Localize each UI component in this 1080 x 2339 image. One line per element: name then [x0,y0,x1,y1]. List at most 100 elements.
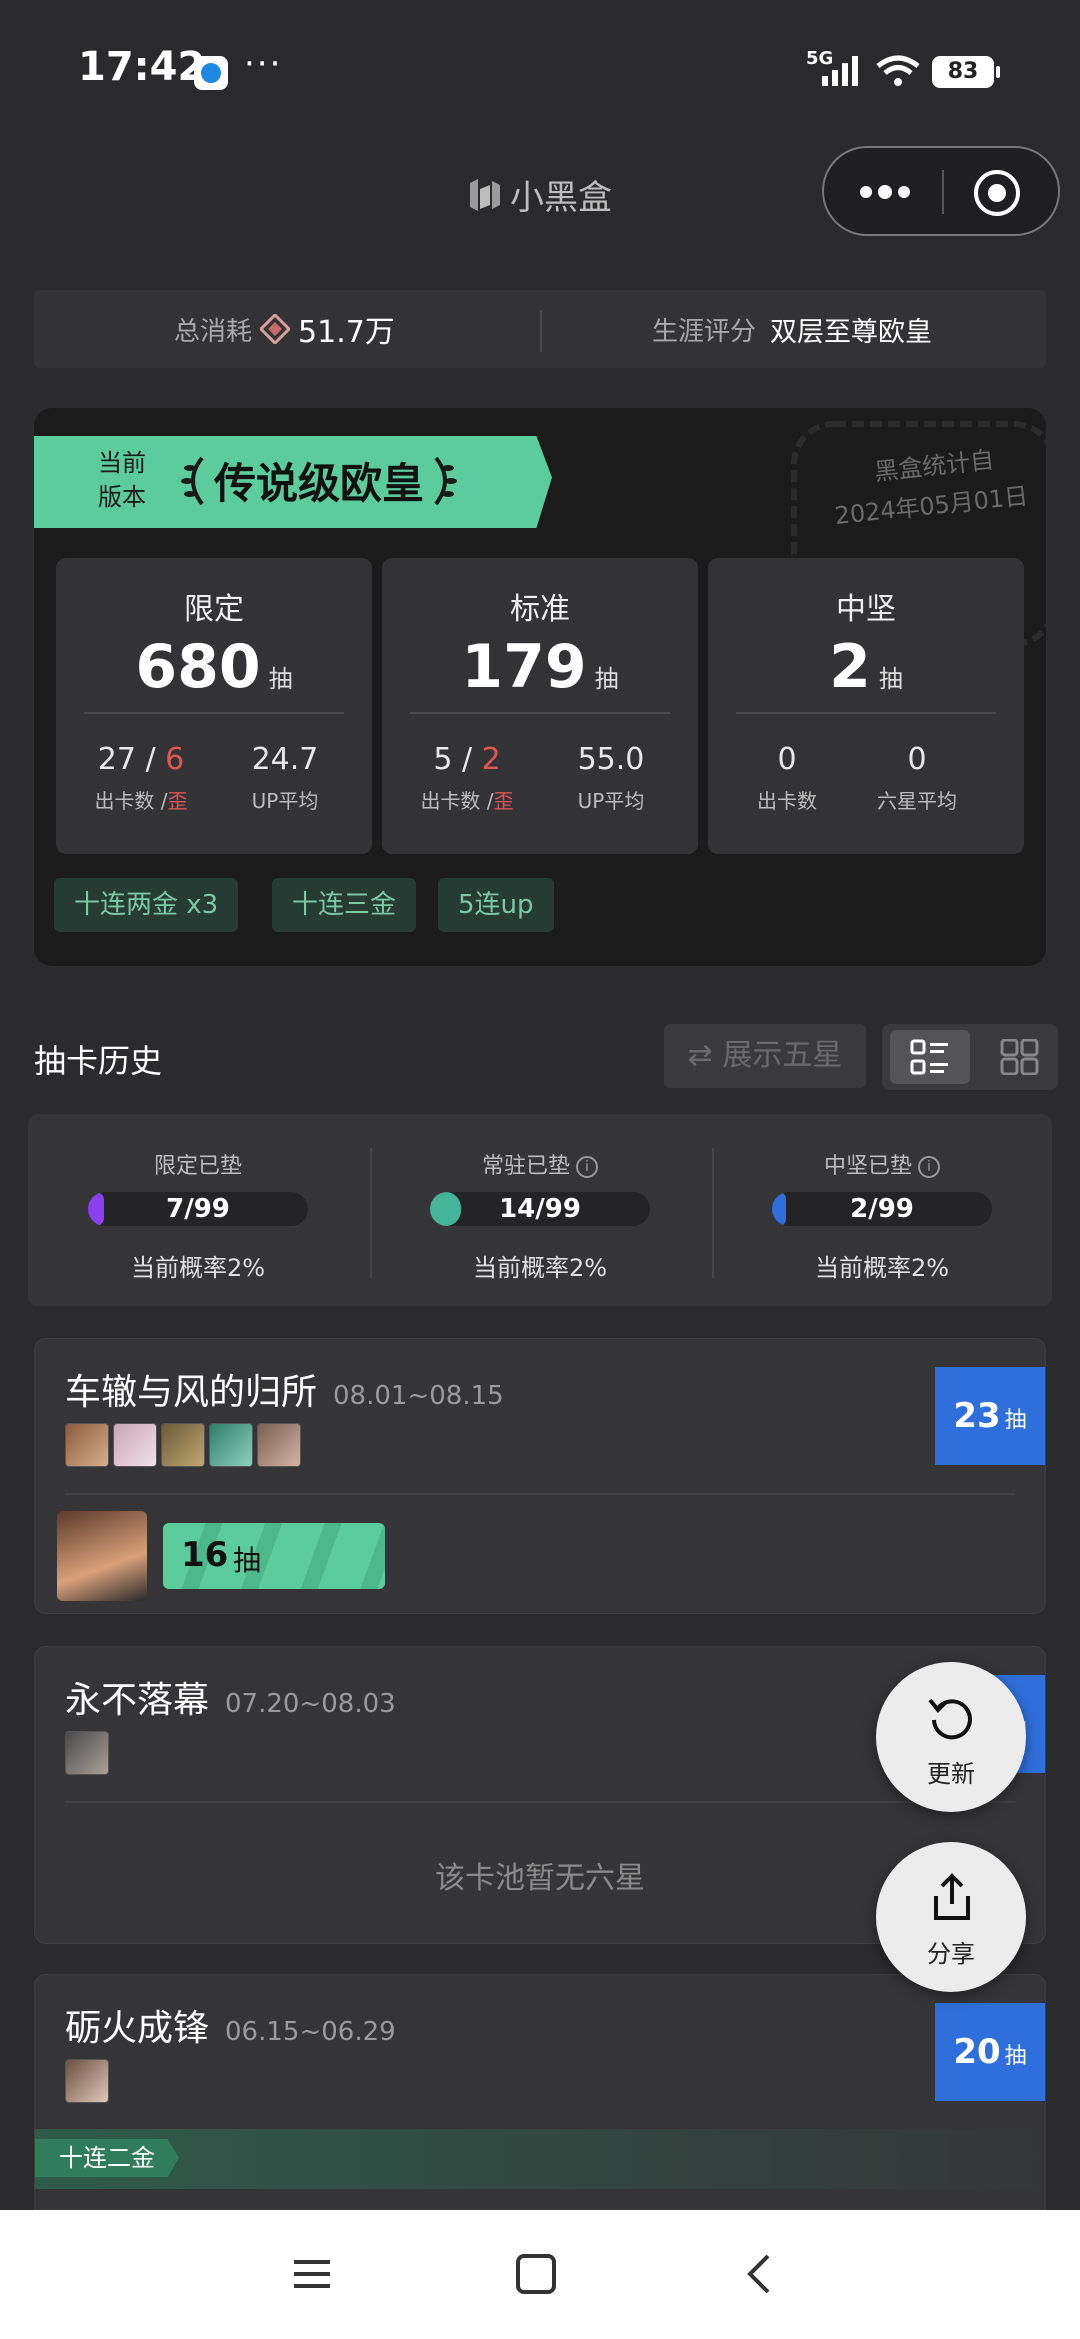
six-star-average-value: 0 [907,742,927,777]
stat-title: 限定 [184,592,244,627]
cards-count: 27 [97,742,136,777]
stat-count-value: 680 [135,632,261,702]
stat-count: 2抽 [708,632,1024,702]
operator-avatar [209,1423,253,1467]
heybox-logo-icon [470,178,500,211]
core-pity: 中坚已垫 i 2/99 当前概率2% [712,1114,1052,1306]
operator-avatar [257,1423,301,1467]
pull-unit: 抽 [1004,1408,1027,1433]
cards-stat: 0 出卡数 [712,742,862,814]
career-score-value: 双层至尊欧皇 [770,316,933,348]
grid-view-icon [1000,1039,1039,1075]
list-view-button[interactable] [890,1030,970,1084]
cards-lost-stat: 5 / 2 出卡数 /歪 [392,742,542,814]
pool-date: 06.15~06.29 [225,2017,396,2047]
more-notifications-icon: ··· [244,44,283,84]
pity-value: 2/99 [850,1194,914,1224]
up-average-stat: 55.0 UP平均 [536,742,686,814]
show-five-star-button[interactable]: ⇄ 展示五星 [664,1024,866,1088]
nav-title: 小黑盒 [464,170,612,219]
refresh-button[interactable]: 更新 [876,1662,1026,1812]
ten-pull-band: 十连二金 [35,2129,1045,2189]
cards-label: 出卡数 / [94,789,168,813]
status-bar: 17:42 ··· 5G 83 [0,0,1080,130]
pool-card[interactable]: 砺火成锋 06.15~06.29 20 抽 十连二金 [34,1974,1046,2234]
total-consumption-value: 51.7万 [298,315,395,350]
stat-count-unit: 抽 [878,665,903,693]
cards-lost-stat: 27 / 6 出卡数 /歪 [66,742,216,814]
pool-card[interactable]: 车辙与风的归所 08.01~08.15 23 抽 16 抽 [34,1338,1046,1614]
show-five-star-label: 展示五星 [722,1038,843,1073]
pool-date: 07.20~08.03 [225,1689,396,1719]
pity-rate: 当前概率2% [814,1254,950,1282]
pool-divider [65,1801,1015,1803]
six-star-average-label: 六星平均 [877,789,957,813]
pool-title-row: 砺火成锋 06.15~06.29 [65,1999,396,2051]
battery-icon: 83 [932,56,1000,88]
share-icon [934,1873,970,1920]
stat-count: 179 抽 [382,632,698,702]
back-icon[interactable] [736,2250,784,2298]
list-view-icon [910,1039,948,1075]
refresh-label: 更新 [927,1760,975,1788]
stat-divider [84,712,344,714]
lost-count: 6 [165,742,185,777]
orundum-icon [260,314,291,344]
info-icon[interactable]: i [918,1156,940,1178]
cards-label: 出卡数 / [420,789,494,813]
rank-banner: 当前版本 传说级欧皇 [34,436,552,528]
menu-icon[interactable] [288,2250,336,2298]
standard-pity: 常驻已垫 i 14/99 当前概率2% [370,1114,710,1306]
lost-count: 2 [481,742,501,777]
operator-avatar [65,1731,109,1775]
gacha-summary-card: 黑盒统计自 2024年05月01日 当前版本 传说级欧皇 限定 680 抽 27 … [34,408,1046,966]
stat-title: 中坚 [836,592,896,627]
pool-name: 永不落幕 [65,1680,210,1721]
pity-label-row: 中坚已垫 i [712,1148,1052,1180]
stat-slash: / [135,742,166,777]
pull-count: 23 [953,1396,1001,1436]
operator-avatar [161,1423,205,1467]
achievement-tag: 十连两金 x3 [54,878,239,932]
pool-date: 08.01~08.15 [333,1381,504,1411]
stat-title: 标准 [510,592,570,627]
achievement-tag: 5连up [438,878,554,932]
home-icon[interactable] [512,2250,560,2298]
achievement-tag: 十连三金 [272,878,417,932]
pity-label: 常驻已垫 [481,1154,570,1179]
pool-title-row: 车辙与风的归所 08.01~08.15 [65,1363,504,1415]
share-label: 分享 [927,1940,975,1968]
pool-operators [65,1731,109,1775]
up-average-stat: 24.7 UP平均 [210,742,360,814]
banner-version-label: 当前版本 [98,449,146,511]
limited-pity: 限定已垫 7/99 当前概率2% [28,1114,368,1306]
pity-panel: 限定已垫 7/99 当前概率2% 常驻已垫 i 14/99 当前概率2% 中坚已垫… [28,1114,1052,1306]
notification-app-icon [194,56,228,90]
close-target-icon[interactable] [972,168,1022,218]
six-star-operator-avatar [57,1511,147,1601]
totals-divider [540,310,542,352]
pool-operators [65,2059,109,2103]
cards-count: 5 [433,742,453,777]
wifi-icon [876,55,920,86]
pity-rate: 当前概率2% [130,1254,266,1282]
pity-label: 中坚已垫 [823,1154,912,1179]
more-icon[interactable] [852,170,918,214]
operator-avatar [65,1423,109,1467]
history-title: 抽卡历史 [34,1042,163,1080]
laurel-right-icon [434,456,458,505]
grid-view-button[interactable] [990,1030,1050,1084]
share-button[interactable]: 分享 [876,1842,1026,1992]
pool-name: 砺火成锋 [65,2008,210,2049]
pity-value: 7/99 [166,1194,230,1224]
six-star-pull-bar: 16 抽 [163,1523,385,1589]
mini-program-capsule [822,146,1060,236]
six-star-pull-unit: 抽 [233,1544,262,1577]
pity-rate: 当前概率2% [472,1254,608,1282]
core-stats: 中坚 2抽 0 出卡数 0 六星平均 [708,558,1024,854]
info-icon[interactable]: i [576,1156,598,1178]
mini-program-nav-bar: 小黑盒 [0,130,1080,256]
pull-count-badge: 20 抽 [935,2003,1045,2101]
stat-count-value: 2 [829,632,871,702]
operator-avatar [113,1423,157,1467]
